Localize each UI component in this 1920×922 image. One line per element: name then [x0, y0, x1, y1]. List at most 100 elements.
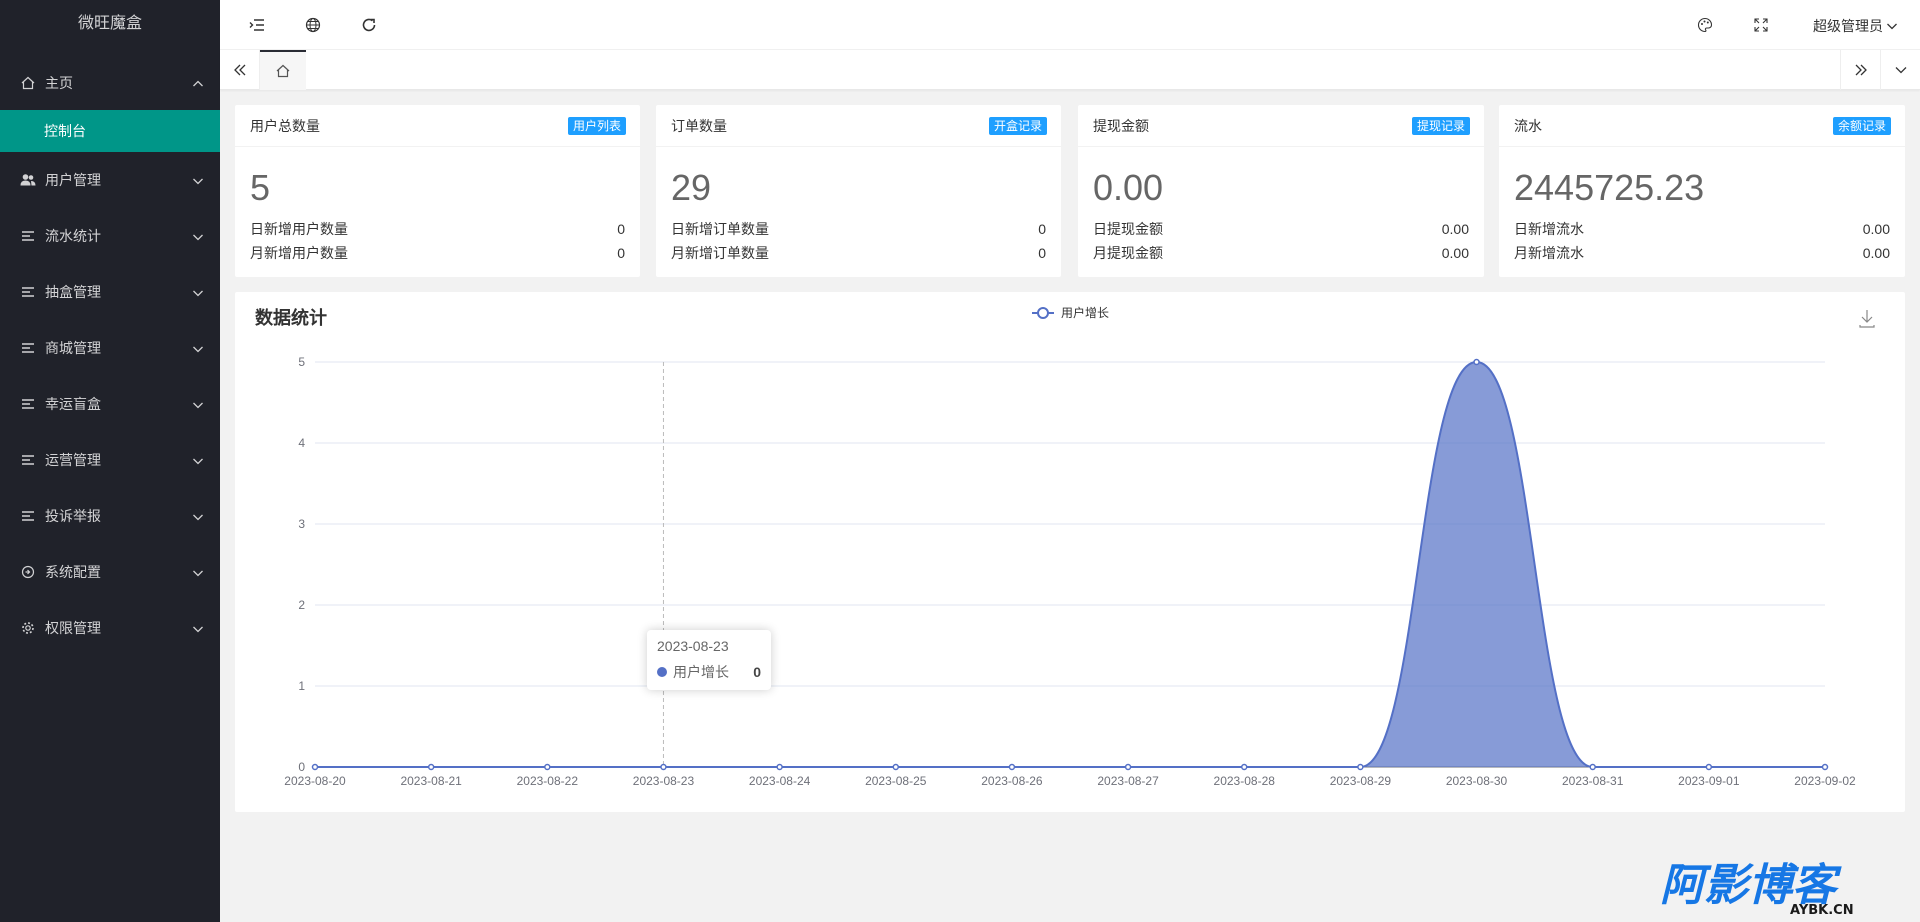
- list-icon: [20, 508, 36, 524]
- user-growth-line: [314, 360, 1825, 768]
- sidebar-item-users[interactable]: 用户管理: [0, 152, 220, 208]
- x-tick-label: 2023-08-22: [517, 774, 579, 788]
- tabs-prev-button[interactable]: [220, 50, 260, 90]
- sidebar-item-box-draw[interactable]: 抽盒管理: [0, 264, 220, 320]
- settings-circle-icon: [20, 564, 36, 580]
- x-tick-label: 2023-08-27: [1097, 774, 1159, 788]
- home-icon: [276, 64, 290, 78]
- chevron-down-icon: [1886, 20, 1898, 32]
- x-tick-label: 2023-08-25: [865, 774, 927, 788]
- data-point: [311, 763, 319, 771]
- download-icon[interactable]: [1859, 310, 1875, 328]
- sidebar-item-label: 系统配置: [45, 564, 101, 580]
- row-label: 月提现金额: [1093, 245, 1163, 261]
- card-value: 0.00: [1093, 167, 1164, 208]
- y-tick-label: 3: [298, 517, 305, 531]
- x-tick-label: 2023-08-21: [400, 774, 462, 788]
- chart-legend[interactable]: 用户增长: [1032, 305, 1109, 320]
- data-point: [1008, 763, 1016, 771]
- x-tick-label: 2023-08-28: [1214, 774, 1276, 788]
- x-axis-ticks: 2023-08-20 2023-08-21 2023-08-22 2023-08-23…: [284, 774, 1856, 788]
- chevron-down-icon: [192, 398, 204, 410]
- x-tick-label: 2023-09-01: [1678, 774, 1740, 788]
- chevron-down-icon: [192, 342, 204, 354]
- chevron-down-icon: [192, 510, 204, 522]
- user-name: 超级管理员: [1813, 18, 1883, 34]
- row-value: 0: [617, 221, 625, 237]
- data-point: [776, 763, 783, 771]
- watermark-logo: 阿影博客 AYBK.CN: [1660, 860, 1854, 916]
- panel-title: 数据统计: [255, 308, 327, 328]
- stat-card-withdrawals: 提现金额 提现记录 0.00 日提现金额 0.00 月提现金额 0.00: [1078, 105, 1484, 277]
- menu-fold-icon[interactable]: [248, 16, 266, 34]
- user-growth-area: [315, 362, 1825, 767]
- x-tick-label: 2023-08-30: [1446, 774, 1508, 788]
- stat-card-users: 用户总数量 用户列表 5 日新增用户数量 0 月新增用户数量 0: [235, 105, 640, 277]
- x-tick-label: 2023-08-24: [749, 774, 811, 788]
- x-tick-label: 2023-08-29: [1330, 774, 1392, 788]
- user-list-badge[interactable]: 用户列表: [567, 116, 626, 135]
- data-point: [1821, 763, 1829, 771]
- sidebar-item-permissions[interactable]: 权限管理: [0, 600, 220, 656]
- row-value: 0: [617, 245, 625, 261]
- tooltip-date: 2023-08-23: [657, 638, 729, 654]
- row-value: 0.00: [1862, 245, 1890, 261]
- chevron-down-icon: [192, 286, 204, 298]
- box-records-badge[interactable]: 开盒记录: [988, 116, 1047, 135]
- data-point: [660, 763, 667, 771]
- data-point: [1705, 763, 1713, 771]
- top-header: 超级管理员: [220, 0, 1920, 50]
- chevron-down-icon: [192, 622, 204, 634]
- sidebar-item-label: 用户管理: [45, 172, 101, 188]
- row-label: 月新增流水: [1514, 245, 1584, 261]
- data-point: [427, 763, 435, 771]
- stat-card-flow: 流水 余额记录 2445725.23 日新增流水 0.00 月新增流水 0.00: [1499, 105, 1905, 277]
- chart-grid: [315, 361, 1825, 687]
- data-point: [544, 763, 551, 771]
- tabs-next-button[interactable]: [1840, 50, 1880, 90]
- sidebar-item-label: 抽盒管理: [45, 284, 101, 300]
- refresh-icon[interactable]: [360, 16, 378, 34]
- theme-icon[interactable]: [1696, 16, 1714, 34]
- card-value: 2445725.23: [1514, 167, 1705, 208]
- sidebar-item-mall[interactable]: 商城管理: [0, 320, 220, 376]
- withdraw-records-badge[interactable]: 提现记录: [1411, 116, 1470, 135]
- y-tick-label: 1: [298, 679, 305, 693]
- balance-records-badge[interactable]: 余额记录: [1832, 116, 1891, 135]
- row-label: 月新增订单数量: [671, 245, 769, 261]
- tab-bar: [220, 50, 1920, 90]
- tooltip-value: 0: [753, 664, 761, 680]
- fullscreen-icon[interactable]: [1752, 16, 1770, 34]
- tab-home[interactable]: [260, 50, 306, 90]
- gear-icon: [20, 620, 36, 636]
- users-icon: [20, 172, 36, 188]
- card-title: 用户总数量: [250, 117, 320, 134]
- y-tick-label: 2: [298, 598, 305, 612]
- user-menu[interactable]: 超级管理员: [1813, 16, 1898, 36]
- list-icon: [20, 228, 36, 244]
- sidebar-item-complaints[interactable]: 投诉举报: [0, 488, 220, 544]
- user-growth-chart[interactable]: 012345 2023-08-20 2023-08-21 2023-08-22 202…: [235, 292, 1905, 812]
- x-tick-label: 2023-08-31: [1562, 774, 1624, 788]
- card-value: 29: [671, 167, 712, 208]
- data-points: [311, 358, 1829, 771]
- sidebar-item-lucky-box[interactable]: 幸运盲盒: [0, 376, 220, 432]
- sidebar-subitem-console[interactable]: 控制台: [0, 110, 220, 152]
- sidebar-item-system-config[interactable]: 系统配置: [0, 544, 220, 600]
- y-tick-label: 5: [298, 355, 305, 369]
- sidebar-item-label: 商城管理: [45, 340, 101, 356]
- globe-icon[interactable]: [304, 16, 322, 34]
- data-point: [1589, 763, 1596, 771]
- tooltip-series-dot: [657, 667, 667, 677]
- sidebar-item-operations[interactable]: 运营管理: [0, 432, 220, 488]
- row-label: 日新增订单数量: [671, 221, 769, 237]
- chevron-down-icon: [192, 454, 204, 466]
- row-label: 日新增流水: [1514, 221, 1584, 237]
- row-value: 0.00: [1862, 221, 1890, 237]
- x-tick-label: 2023-09-02: [1794, 774, 1856, 788]
- sidebar-item-home[interactable]: 主页: [0, 50, 220, 110]
- row-value: 0: [1038, 245, 1046, 261]
- list-icon: [20, 284, 36, 300]
- tabs-menu-button[interactable]: [1880, 50, 1920, 90]
- sidebar-item-flow-stats[interactable]: 流水统计: [0, 208, 220, 264]
